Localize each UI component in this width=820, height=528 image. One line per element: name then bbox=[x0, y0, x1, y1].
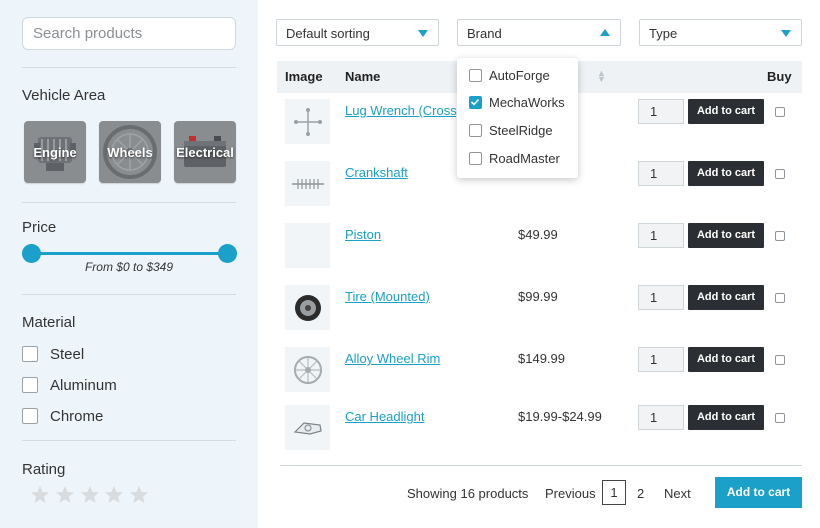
pagination-next[interactable]: Next bbox=[664, 486, 691, 501]
divider bbox=[22, 294, 236, 295]
star-icon[interactable] bbox=[30, 485, 50, 505]
quantity-input[interactable]: 1 bbox=[638, 223, 684, 248]
chevron-down-icon bbox=[418, 30, 428, 37]
rating-title: Rating bbox=[22, 461, 66, 478]
vehicle-area-title: Vehicle Area bbox=[22, 87, 106, 104]
lug-wrench-icon bbox=[293, 107, 322, 136]
product-image[interactable] bbox=[285, 285, 330, 330]
product-name-link[interactable]: Tire (Mounted) bbox=[345, 289, 430, 304]
material-chrome-checkbox[interactable] bbox=[22, 408, 38, 424]
row-select-checkbox[interactable] bbox=[775, 355, 785, 365]
brand-option-label[interactable]: MechaWorks bbox=[489, 95, 565, 110]
brand-steelridge-checkbox[interactable] bbox=[469, 124, 482, 137]
pagination-page-current[interactable]: 1 bbox=[602, 480, 626, 505]
divider bbox=[22, 202, 236, 203]
vehicle-area-electrical-tile[interactable]: Electrical bbox=[174, 121, 236, 183]
product-image[interactable] bbox=[285, 347, 330, 392]
pagination-page[interactable]: 2 bbox=[637, 486, 644, 501]
row-select-checkbox[interactable] bbox=[775, 169, 785, 179]
brand-option-label[interactable]: AutoForge bbox=[489, 68, 550, 83]
divider bbox=[22, 440, 236, 441]
quantity-input[interactable]: 1 bbox=[638, 347, 684, 372]
add-to-cart-button[interactable]: Add to cart bbox=[688, 223, 764, 248]
chevron-down-icon bbox=[781, 30, 791, 37]
product-name-link[interactable]: Lug Wrench (Cross) bbox=[345, 103, 461, 118]
material-aluminum-checkbox[interactable] bbox=[22, 377, 38, 393]
divider bbox=[280, 465, 802, 466]
row-select-checkbox[interactable] bbox=[775, 107, 785, 117]
add-to-cart-button[interactable]: Add to cart bbox=[688, 285, 764, 310]
product-name-link[interactable]: Piston bbox=[345, 227, 381, 242]
price-range-text: From $0 to $349 bbox=[84, 260, 174, 274]
brand-option-label[interactable]: SteelRidge bbox=[489, 123, 553, 138]
row-select-checkbox[interactable] bbox=[775, 413, 785, 423]
add-to-cart-button[interactable]: Add to cart bbox=[688, 405, 764, 430]
price-title: Price bbox=[22, 219, 57, 236]
checkmark-icon bbox=[470, 98, 480, 106]
material-option-label: Aluminum bbox=[50, 377, 117, 394]
product-price: $19.99-$24.99 bbox=[518, 409, 602, 424]
star-icon[interactable] bbox=[80, 485, 100, 505]
brand-select-label: Brand bbox=[467, 26, 502, 41]
material-title: Material bbox=[22, 314, 76, 331]
chevron-up-icon bbox=[600, 29, 610, 36]
star-icon[interactable] bbox=[129, 485, 149, 505]
product-price: $99.99 bbox=[518, 289, 558, 304]
star-icon[interactable] bbox=[55, 485, 75, 505]
crankshaft-icon bbox=[291, 178, 324, 189]
product-image[interactable] bbox=[285, 99, 330, 144]
vehicle-area-engine-tile[interactable]: Engine bbox=[24, 121, 86, 183]
product-name-link[interactable]: Crankshaft bbox=[345, 165, 408, 180]
brand-dropdown-menu: AutoForge MechaWorks SteelRidge RoadMast… bbox=[457, 58, 578, 178]
product-image[interactable] bbox=[285, 223, 330, 268]
row-select-checkbox[interactable] bbox=[775, 293, 785, 303]
material-steel-checkbox[interactable] bbox=[22, 346, 38, 362]
brand-filter-select[interactable]: Brand bbox=[457, 19, 621, 46]
headlight-icon bbox=[293, 421, 322, 435]
column-header-image: Image bbox=[285, 69, 323, 84]
star-icon[interactable] bbox=[104, 485, 124, 505]
sort-select[interactable]: Default sorting bbox=[276, 19, 439, 46]
column-header-buy: Buy bbox=[767, 69, 792, 84]
brand-autoforge-checkbox[interactable] bbox=[469, 69, 482, 82]
vehicle-area-wheels-tile[interactable]: Wheels bbox=[99, 121, 161, 183]
product-price: $149.99 bbox=[518, 351, 565, 366]
price-slider-track[interactable] bbox=[31, 252, 227, 255]
product-image[interactable] bbox=[285, 161, 330, 206]
add-to-cart-button[interactable]: Add to cart bbox=[688, 347, 764, 372]
pagination-previous[interactable]: Previous bbox=[545, 486, 596, 501]
quantity-input[interactable]: 1 bbox=[638, 161, 684, 186]
brand-option-label[interactable]: RoadMaster bbox=[489, 151, 560, 166]
brand-mechaworks-checkbox[interactable] bbox=[469, 96, 482, 109]
type-select-label: Type bbox=[649, 26, 678, 41]
add-to-cart-button[interactable]: Add to cart bbox=[688, 99, 764, 124]
wheel-rim-icon bbox=[293, 355, 322, 384]
results-count: Showing 16 products bbox=[407, 486, 529, 501]
quantity-input[interactable]: 1 bbox=[638, 99, 684, 124]
product-image[interactable] bbox=[285, 405, 330, 450]
quantity-input[interactable]: 1 bbox=[638, 285, 684, 310]
product-name-link[interactable]: Car Headlight bbox=[345, 409, 425, 424]
material-option-label: Steel bbox=[50, 346, 85, 363]
tire-icon bbox=[294, 294, 321, 321]
search-input[interactable] bbox=[22, 17, 236, 50]
brand-roadmaster-checkbox[interactable] bbox=[469, 152, 482, 165]
product-price: $49.99 bbox=[518, 227, 558, 242]
filter-sidebar: Vehicle Area Engine Wheels Electrical Pr… bbox=[0, 0, 258, 528]
type-filter-select[interactable]: Type bbox=[639, 19, 802, 46]
sort-arrows-icon[interactable]: ▲ ▼ bbox=[597, 69, 606, 84]
product-name-link[interactable]: Alloy Wheel Rim bbox=[345, 351, 440, 366]
add-selected-to-cart-button[interactable]: Add to cart bbox=[715, 477, 802, 508]
vehicle-area-label: Wheels bbox=[107, 144, 153, 160]
row-select-checkbox[interactable] bbox=[775, 231, 785, 241]
column-header-name[interactable]: Name bbox=[345, 69, 380, 84]
sort-select-label: Default sorting bbox=[286, 26, 370, 41]
vehicle-area-label: Engine bbox=[33, 144, 77, 160]
vehicle-area-label: Electrical bbox=[176, 144, 234, 160]
add-to-cart-button[interactable]: Add to cart bbox=[688, 161, 764, 186]
divider bbox=[22, 67, 236, 68]
material-option-label: Chrome bbox=[50, 408, 104, 425]
quantity-input[interactable]: 1 bbox=[638, 405, 684, 430]
